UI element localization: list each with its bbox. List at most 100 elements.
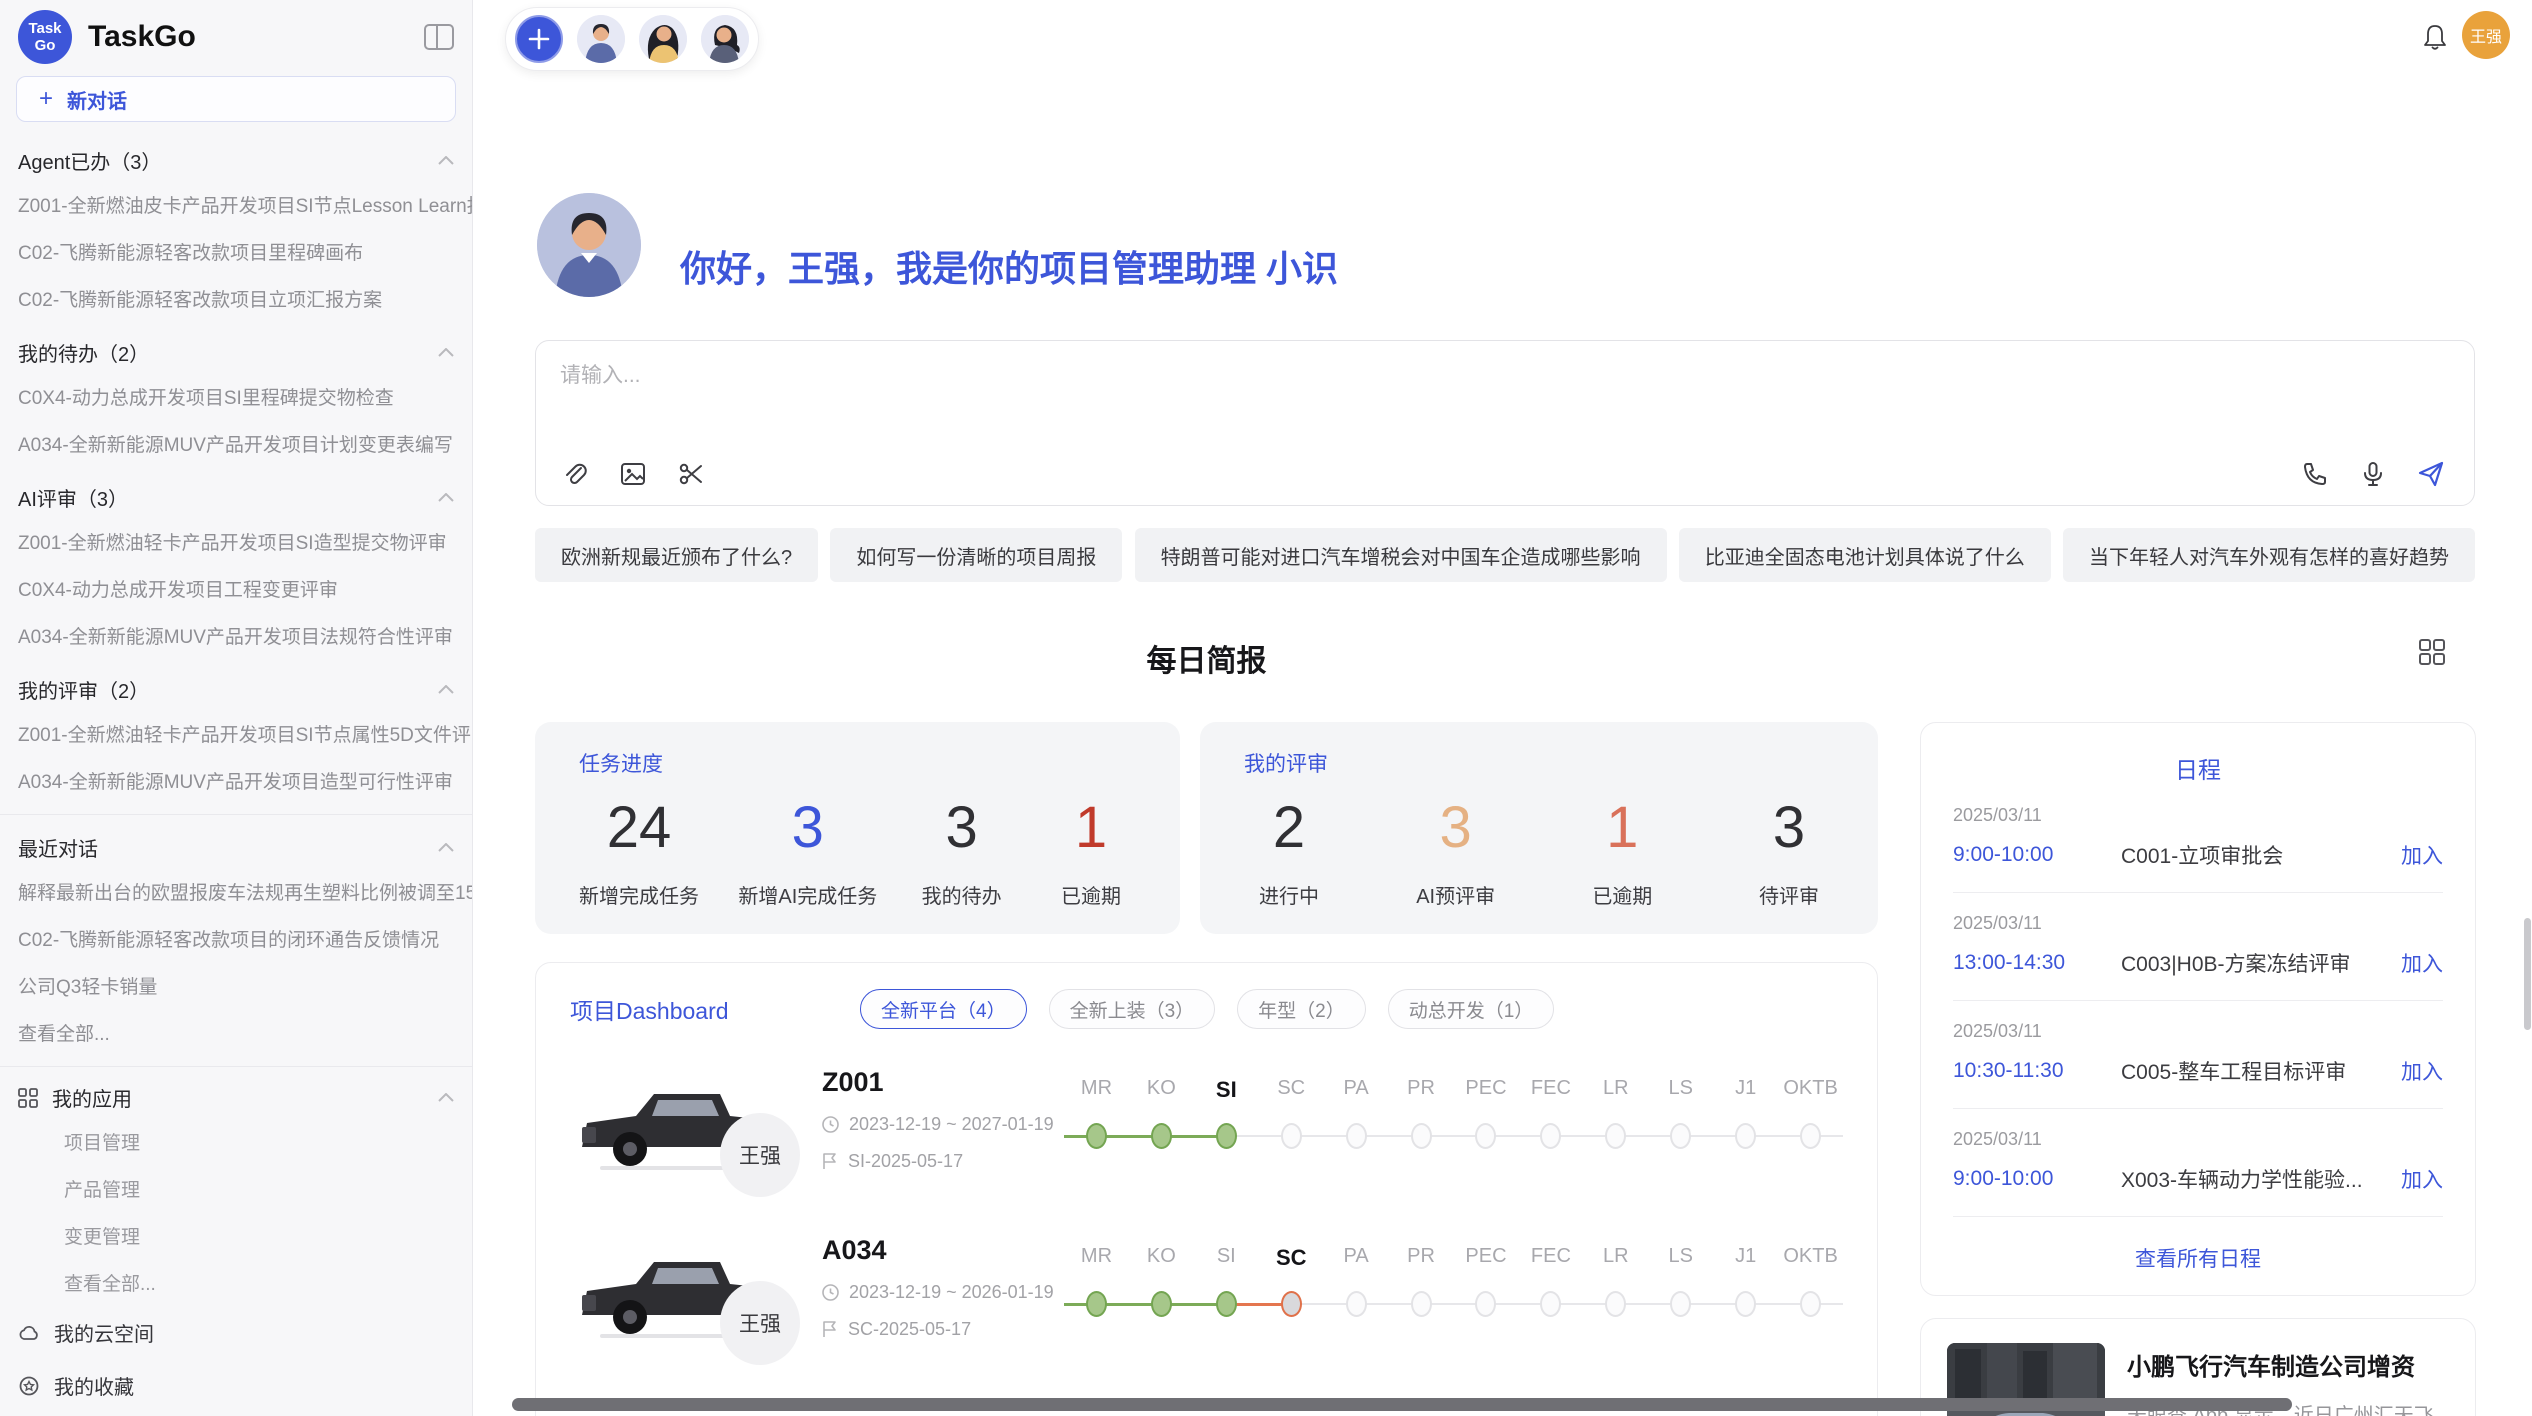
agent-avatar-1[interactable]: [577, 15, 625, 63]
filter-chip[interactable]: 全新平台（4）: [860, 989, 1027, 1029]
milestone-dot-OKTB[interactable]: [1800, 1123, 1821, 1149]
milestone-dot-LR[interactable]: [1605, 1123, 1626, 1149]
section-my-todo[interactable]: 我的待办（2）: [0, 322, 472, 373]
milestone-dot-PA[interactable]: [1346, 1123, 1367, 1149]
milestone-dot-PEC[interactable]: [1475, 1123, 1496, 1149]
milestone-dot-PR[interactable]: [1411, 1291, 1432, 1317]
chevron-up-icon[interactable]: [438, 1093, 454, 1102]
join-button[interactable]: 加入: [2401, 1164, 2443, 1194]
milestone-dot-OKTB[interactable]: [1800, 1291, 1821, 1317]
suggestion-chip[interactable]: 比亚迪全固态电池计划具体说了什么: [1679, 528, 2051, 582]
milestone-dot-PEC[interactable]: [1475, 1291, 1496, 1317]
chevron-up-icon[interactable]: [438, 348, 454, 357]
milestone-dot-KO[interactable]: [1151, 1123, 1172, 1149]
milestone-dot-MR[interactable]: [1086, 1291, 1107, 1317]
input-tools-right: [2300, 459, 2446, 489]
sidebar-item-cloud-space[interactable]: 我的云空间: [0, 1306, 472, 1359]
milestone-dot-J1[interactable]: [1735, 1291, 1756, 1317]
section-ai-review[interactable]: AI评审（3）: [0, 467, 472, 518]
image-upload-icon[interactable]: [618, 459, 648, 489]
view-all-chats-link[interactable]: 查看全部...: [0, 1009, 472, 1056]
recent-chat-item[interactable]: 解释最新出台的欧盟报废车法规再生塑料比例被调至15%...: [0, 868, 472, 915]
view-all-schedule-link[interactable]: 查看所有日程: [1953, 1217, 2443, 1299]
briefing-layout-icon[interactable]: [2418, 638, 2446, 666]
sidebar-item[interactable]: C0X4-动力总成开发项目工程变更评审: [0, 565, 472, 612]
join-button[interactable]: 加入: [2401, 948, 2443, 978]
agent-avatar-3[interactable]: [701, 15, 749, 63]
sidebar-item[interactable]: C02-飞腾新能源轻客改款项目里程碑画布: [0, 228, 472, 275]
recent-chat-item[interactable]: 公司Q3轻卡销量: [0, 962, 472, 1009]
app-item-project-mgmt[interactable]: 项目管理: [0, 1118, 472, 1165]
section-my-apps[interactable]: 我的应用: [0, 1069, 472, 1118]
sidebar-item-favorites[interactable]: 我的收藏: [0, 1359, 472, 1412]
milestone-dot-LR[interactable]: [1605, 1291, 1626, 1317]
milestone-label-SI: SI: [1194, 1245, 1259, 1271]
suggestion-chip[interactable]: 欧洲新规最近颁布了什么?: [535, 528, 818, 582]
event-date: 2025/03/11: [1953, 805, 2443, 826]
filter-chip[interactable]: 全新上装（3）: [1049, 989, 1216, 1029]
sidebar-item[interactable]: A034-全新新能源MUV产品开发项目造型可行性评审: [0, 757, 472, 804]
project-dates: 2023-12-19 ~ 2027-01-19: [822, 1114, 1054, 1135]
milestone-dot-LS[interactable]: [1670, 1291, 1691, 1317]
join-button[interactable]: 加入: [2401, 840, 2443, 870]
microphone-icon[interactable]: [2358, 459, 2388, 489]
phone-call-icon[interactable]: [2300, 459, 2330, 489]
chevron-up-icon[interactable]: [438, 493, 454, 502]
milestone-dot-FEC[interactable]: [1540, 1123, 1561, 1149]
suggestion-chip[interactable]: 当下年轻人对汽车外观有怎样的喜好趋势: [2063, 528, 2475, 582]
project-row[interactable]: 王强 A034 2023-12-19 ~ 2026-01-19 SC-2025-…: [570, 1233, 1843, 1365]
add-agent-button[interactable]: [515, 15, 563, 63]
chevron-up-icon[interactable]: [438, 843, 454, 852]
sidebar-item[interactable]: C02-飞腾新能源轻客改款项目立项汇报方案: [0, 275, 472, 322]
milestone-dot-J1[interactable]: [1735, 1123, 1756, 1149]
milestone-dot-KO[interactable]: [1151, 1291, 1172, 1317]
user-avatar[interactable]: 王强: [2462, 11, 2510, 59]
filter-chip[interactable]: 年型（2）: [1237, 989, 1366, 1029]
recent-chat-item[interactable]: C02-飞腾新能源轻客改款项目的闭环通告反馈情况: [0, 915, 472, 962]
section-my-review[interactable]: 我的评审（2）: [0, 659, 472, 710]
section-recent-chats[interactable]: 最近对话: [0, 817, 472, 868]
suggestion-chip[interactable]: 特朗普可能对进口汽车增税会对中国车企造成哪些影响: [1135, 528, 1667, 582]
agent-avatar-2[interactable]: [639, 15, 687, 63]
milestone-dot-SC[interactable]: [1281, 1291, 1302, 1317]
chevron-up-icon[interactable]: [438, 156, 454, 165]
chat-input[interactable]: [560, 359, 2060, 429]
attachment-icon[interactable]: [560, 459, 590, 489]
milestone-dot-SC[interactable]: [1281, 1123, 1302, 1149]
app-item-change-mgmt[interactable]: 变更管理: [0, 1212, 472, 1259]
notification-bell-icon[interactable]: [2420, 22, 2452, 54]
sidebar-item[interactable]: C0X4-动力总成开发项目SI里程碑提交物检查: [0, 373, 472, 420]
stat-label: 已逾期: [1577, 880, 1667, 909]
milestone-dot-FEC[interactable]: [1540, 1291, 1561, 1317]
milestone-dot-MR[interactable]: [1086, 1123, 1107, 1149]
stat: 3 我的待办: [917, 796, 1007, 909]
filter-chip[interactable]: 动总开发（1）: [1388, 989, 1555, 1029]
sidebar-item[interactable]: A034-全新新能源MUV产品开发项目计划变更表编写: [0, 420, 472, 467]
send-icon[interactable]: [2416, 459, 2446, 489]
schedule-title: 日程: [1953, 751, 2443, 785]
vertical-scrollbar[interactable]: [2524, 918, 2531, 1030]
milestone-dot-SI[interactable]: [1216, 1123, 1237, 1149]
app-item-product-mgmt[interactable]: 产品管理: [0, 1165, 472, 1212]
project-owner-badge: 王强: [720, 1281, 800, 1365]
milestone-label-MR: MR: [1064, 1077, 1129, 1103]
sidebar-item[interactable]: Z001-全新燃油轻卡产品开发项目SI造型提交物评审: [0, 518, 472, 565]
chevron-up-icon[interactable]: [438, 685, 454, 694]
milestone-dot-SI[interactable]: [1216, 1291, 1237, 1317]
join-button[interactable]: 加入: [2401, 1056, 2443, 1086]
milestone-dot-PR[interactable]: [1411, 1123, 1432, 1149]
scissors-icon[interactable]: [676, 459, 706, 489]
milestone-dot-PA[interactable]: [1346, 1291, 1367, 1317]
section-agent-done[interactable]: Agent已办（3）: [0, 130, 472, 181]
sidebar-item[interactable]: Z001-全新燃油皮卡产品开发项目SI节点Lesson Learn报告: [0, 181, 472, 228]
milestone-dot-LS[interactable]: [1670, 1123, 1691, 1149]
project-row[interactable]: 王强 Z001 2023-12-19 ~ 2027-01-19 SI-2025-…: [570, 1065, 1843, 1197]
horizontal-scrollbar[interactable]: [512, 1398, 2292, 1411]
sidebar-collapse-icon[interactable]: [424, 24, 454, 50]
view-all-apps-link[interactable]: 查看全部...: [0, 1259, 472, 1306]
sidebar-item[interactable]: A034-全新新能源MUV产品开发项目法规符合性评审: [0, 612, 472, 659]
suggestion-chip[interactable]: 如何写一份清晰的项目周报: [830, 528, 1122, 582]
stat-label: 新增完成任务: [579, 880, 699, 909]
sidebar-item[interactable]: Z001-全新燃油轻卡产品开发项目SI节点属性5D文件评审: [0, 710, 472, 757]
new-chat-button[interactable]: + 新对话: [16, 76, 456, 122]
